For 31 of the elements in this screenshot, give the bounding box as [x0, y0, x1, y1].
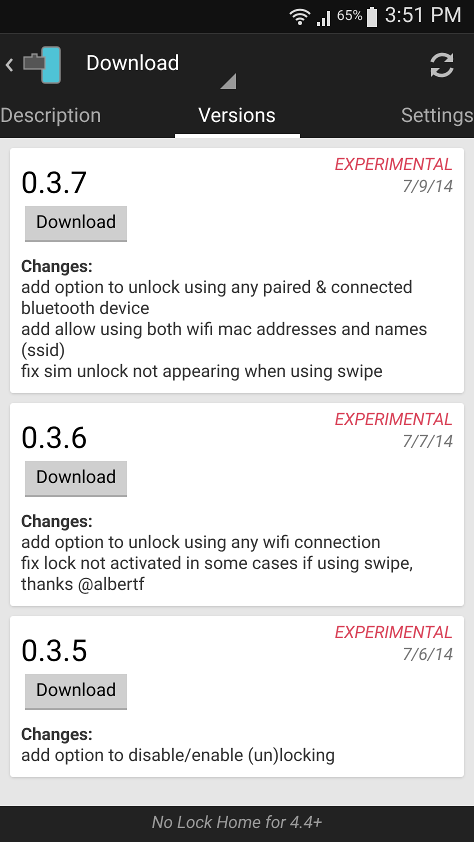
dropdown-corner-icon	[220, 73, 236, 89]
change-entry: add allow using both wifi mac addresses and names (ssid)	[21, 320, 428, 362]
channel-label: EXPERIMENTAL	[334, 622, 453, 644]
wifi-icon	[288, 6, 311, 26]
change-entry: add option to unlock using any wifi connection	[21, 533, 382, 554]
download-button[interactable]: Download	[25, 461, 128, 497]
version-number: 0.3.6	[21, 421, 88, 457]
changes-heading: Changes:	[21, 256, 94, 278]
channel-label: EXPERIMENTAL	[334, 154, 453, 176]
footer-text: No Lock Home for 4.4+	[152, 812, 322, 836]
tab[interactable]: Description	[0, 96, 125, 138]
release-date: 7/6/14	[402, 644, 453, 666]
back-icon[interactable]	[4, 57, 14, 73]
change-entry: fix sim unlock not appearing when using swipe	[21, 362, 384, 383]
tab[interactable]: Versions	[174, 96, 300, 138]
change-entry: add option to disable/enable (un)locking	[21, 746, 336, 767]
change-entry: fix lock not activated in some cases if using swipe, thanks @albertf	[21, 554, 414, 596]
battery-icon	[366, 6, 377, 26]
tab[interactable]: Settings	[349, 96, 474, 138]
version-number: 0.3.5	[21, 634, 88, 670]
release-date: 7/9/14	[402, 176, 453, 198]
download-button[interactable]: Download	[25, 206, 128, 242]
version-number: 0.3.7	[21, 166, 88, 202]
changes-heading: Changes:	[21, 511, 94, 533]
download-button[interactable]: Download	[25, 674, 128, 710]
battery-percent: 65%	[336, 7, 363, 26]
channel-label: EXPERIMENTAL	[334, 409, 453, 431]
changes-heading: Changes:	[21, 724, 94, 746]
screen-title[interactable]: Download	[86, 49, 180, 81]
clock: 3:51 PM	[384, 2, 462, 30]
release-date: 7/7/14	[402, 431, 453, 453]
